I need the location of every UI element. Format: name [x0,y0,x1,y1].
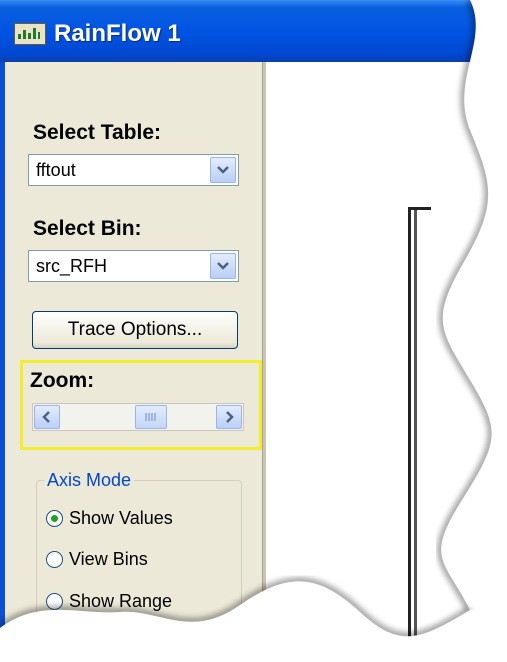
axis-mode-title: Axis Mode [44,470,135,491]
window-title: RainFlow 1 [54,20,181,47]
radio-label: View Bins [69,549,148,569]
radio-icon[interactable] [46,593,63,610]
grip-icon [145,413,156,421]
scroll-thumb[interactable] [135,405,167,429]
zoom-label: Zoom: [30,369,95,392]
scroll-right-button[interactable] [216,405,242,429]
chevron-down-icon[interactable] [210,157,236,183]
select-bin-dropdown[interactable]: src_RFH [28,250,239,282]
plot-axis-frame [408,207,431,640]
scroll-left-button[interactable] [34,405,60,429]
radio-show-values[interactable]: Show Values [46,508,173,529]
radio-view-bins[interactable]: View Bins [46,549,148,570]
chevron-right-icon [226,411,234,423]
select-bin-label: Select Bin: [33,217,142,240]
rainflow-window: RainFlow 1 Select Table: fftout Select B… [0,0,507,640]
chevron-left-icon [42,411,50,423]
trace-options-button[interactable]: Trace Options... [32,311,238,349]
select-bin-value: src_RFH [36,256,107,276]
select-table-dropdown[interactable]: fftout [28,154,239,186]
select-table-label: Select Table: [33,121,161,144]
chevron-down-icon[interactable] [210,253,236,279]
radio-label: Show Range [69,591,173,611]
radio-show-range[interactable]: Show Range [46,591,172,612]
app-chart-icon [14,23,46,45]
radio-selected-icon[interactable] [46,510,63,527]
select-table-value: fftout [36,160,76,180]
title-bar[interactable]: RainFlow 1 [0,0,507,62]
radio-label: Show Values [69,508,173,528]
plot-canvas [266,62,507,640]
radio-icon[interactable] [46,551,63,568]
zoom-scrollbar[interactable] [32,403,244,431]
